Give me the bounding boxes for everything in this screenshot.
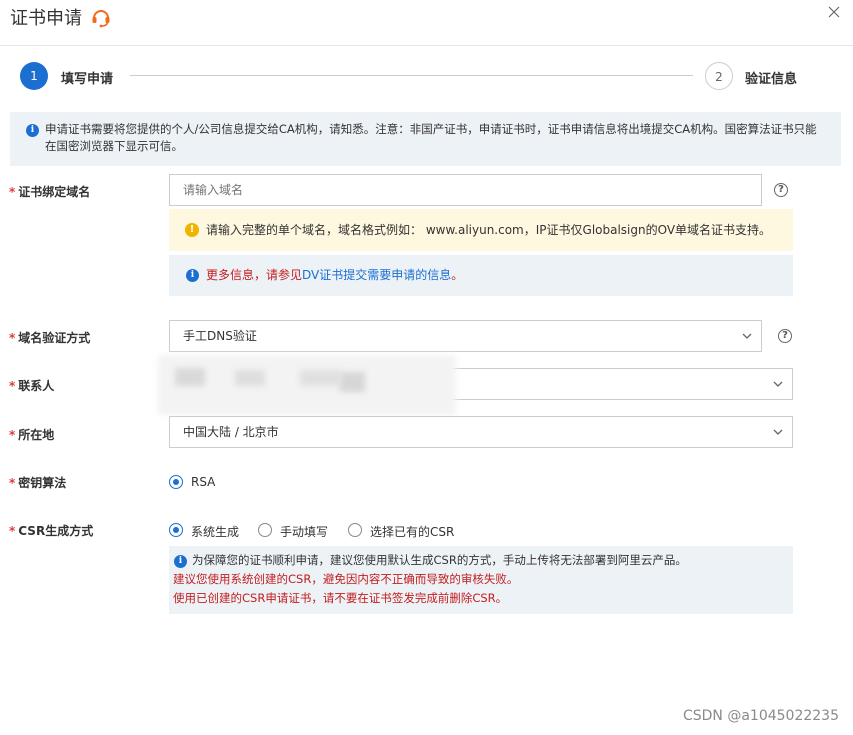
- radio-rsa-label[interactable]: RSA: [191, 475, 215, 489]
- radio-csr-system-label[interactable]: 系统生成: [191, 523, 239, 540]
- redacted-overlay: [300, 370, 340, 386]
- radio-csr-system[interactable]: [169, 523, 183, 537]
- dialog-title: 证书申请: [10, 8, 82, 29]
- info-icon: i: [26, 124, 39, 137]
- location-label: * 所在地: [9, 428, 55, 442]
- step-2-indicator: 2: [705, 62, 733, 90]
- notice-text: 申请证书需要将您提供的个人/公司信息提交给CA机构，请知悉。注意：非国产证书，申…: [45, 122, 817, 153]
- csr-warning-1: 建议您使用系统创建的CSR，避免因内容不正确而导致的审核失败。: [173, 572, 519, 586]
- radio-csr-manual-label[interactable]: 手动填写: [280, 523, 328, 540]
- contact-label: * 联系人: [9, 379, 55, 393]
- domain-format-warning: ! 请输入完整的单个域名，域名格式例如： www.aliyun.com，IP证书…: [169, 209, 793, 251]
- chevron-down-icon: [742, 333, 752, 339]
- more-info-box: i 更多信息，请参见DV证书提交需要申请的信息。: [169, 255, 793, 296]
- csr-tip-box: i 为保障您的证书顺利申请，建议您使用默认生成CSR的方式，手动上传将无法部署到…: [169, 546, 793, 614]
- watermark: CSDN @a1045022235: [682, 708, 839, 724]
- step-1-indicator: 1: [20, 62, 48, 90]
- help-icon[interactable]: ?: [774, 183, 788, 197]
- csr-method-label: * CSR生成方式: [9, 524, 94, 538]
- location-select[interactable]: 中国大陆 / 北京市: [169, 416, 793, 448]
- step-connector: [130, 75, 693, 76]
- step-1-label: 填写申请: [61, 72, 114, 87]
- warning-icon: !: [185, 223, 199, 237]
- csr-tip: 为保障您的证书顺利申请，建议您使用默认生成CSR的方式，手动上传将无法部署到阿里…: [192, 553, 687, 567]
- chevron-down-icon: [773, 429, 783, 435]
- radio-rsa[interactable]: [169, 475, 183, 489]
- step-2-label: 验证信息: [745, 72, 798, 87]
- info-icon: i: [174, 555, 187, 568]
- verify-method-label: * 域名验证方式: [9, 331, 91, 345]
- csr-warning-2: 使用已创建的CSR申请证书，请不要在证书签发完成前删除CSR。: [173, 591, 508, 605]
- verify-method-select[interactable]: 手工DNS验证: [169, 320, 762, 352]
- redacted-overlay: [175, 368, 205, 386]
- radio-csr-existing-label[interactable]: 选择已有的CSR: [370, 523, 454, 540]
- notice-banner: i 申请证书需要将您提供的个人/公司信息提交给CA机构，请知悉。注意：非国产证书…: [10, 112, 841, 166]
- domain-label: * 证书绑定域名: [9, 185, 91, 199]
- radio-csr-manual[interactable]: [258, 523, 272, 537]
- help-icon[interactable]: ?: [778, 329, 792, 343]
- cert-application-dialog: 证书申请 1 填写申请 2 验证信息 i 申请证书需要将您提供的个人/公司信息提…: [0, 0, 853, 735]
- customer-service-icon[interactable]: [90, 6, 112, 28]
- key-algorithm-label: * 密钥算法: [9, 476, 67, 490]
- info-icon: i: [186, 269, 199, 282]
- radio-csr-existing[interactable]: [348, 523, 362, 537]
- chevron-down-icon: [773, 381, 783, 387]
- close-icon[interactable]: [827, 5, 841, 19]
- dialog-header: 证书申请: [0, 0, 853, 46]
- redacted-overlay: [340, 372, 365, 392]
- redacted-overlay: [235, 370, 265, 386]
- dv-info-link[interactable]: DV证书提交需要申请的信息: [302, 268, 451, 282]
- domain-input[interactable]: [169, 174, 762, 206]
